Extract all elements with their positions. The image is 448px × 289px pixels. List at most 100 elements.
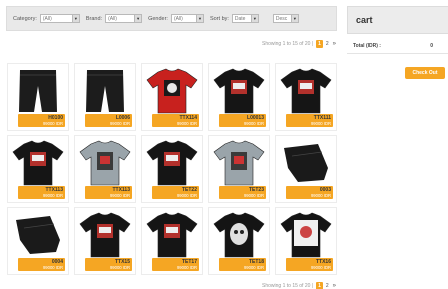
price-tag: TTX114 99000 IDR (152, 114, 199, 127)
product-card[interactable]: TET17 99000 IDR (141, 207, 203, 275)
pagination-bottom: Showing 1 to 15 of 20 | 1 2 » (262, 282, 336, 289)
product-price: 99000 IDR (243, 193, 264, 198)
gender-select[interactable]: (All) ▼ (170, 14, 204, 23)
black-tshirt-print-image[interactable] (278, 66, 334, 116)
price-tag: TTX16 99000 IDR (286, 258, 333, 271)
black-tshirt-skull-image[interactable] (211, 210, 267, 260)
chevron-down-icon: ▼ (71, 15, 79, 22)
chevron-down-icon: ▼ (195, 15, 203, 22)
product-card[interactable]: TET22 99000 IDR (141, 135, 203, 203)
black-jeans-image[interactable] (10, 66, 66, 116)
price-tag: L0006 99000 IDR (85, 114, 132, 127)
black-tshirt-white-print-image[interactable] (278, 210, 334, 260)
product-price: 99000 IDR (42, 193, 63, 198)
product-price: 99000 IDR (310, 121, 331, 126)
category-filter: Category: (All) ▼ (13, 14, 80, 23)
product-price: 99000 IDR (42, 121, 63, 126)
grey-tshirt-print-image[interactable] (77, 138, 133, 188)
product-price: 99000 IDR (243, 121, 264, 126)
product-price: 99000 IDR (176, 265, 197, 270)
gender-label: Gender: (148, 15, 168, 22)
cart-total-value: 0 (430, 42, 433, 49)
cart-total-label: Total (IDR) : (353, 42, 381, 49)
brand-filter: Brand: (All) ▼ (85, 14, 143, 23)
price-tag: L00013 99000 IDR (219, 114, 266, 127)
category-label: Category: (13, 15, 37, 22)
gender-filter: Gender: (All) ▼ (148, 14, 204, 23)
product-card[interactable]: TET18 99000 IDR (208, 207, 270, 275)
product-price: 99000 IDR (109, 193, 130, 198)
product-card[interactable]: TTX111 99000 IDR (275, 63, 337, 131)
price-tag: 0004 99000 IDR (18, 258, 65, 271)
product-card[interactable]: L0006 99000 IDR (74, 63, 136, 131)
page-1-link[interactable]: 1 (316, 40, 323, 48)
chevron-down-icon: ▼ (134, 15, 142, 22)
cart-title: cart (347, 6, 448, 34)
sort-value: Date (234, 15, 246, 22)
product-price: 99000 IDR (176, 121, 197, 126)
product-price: 99000 IDR (109, 121, 130, 126)
product-card[interactable]: 0003 99000 IDR (275, 135, 337, 203)
checkout-button[interactable]: Check Out (405, 67, 445, 79)
product-card[interactable]: TTX113 99000 IDR (7, 135, 69, 203)
product-grid: H0100 99000 IDR L0006 99000 IDR TTX114 9900… (7, 63, 339, 275)
product-price: 99000 IDR (109, 265, 130, 270)
chevron-down-icon: ▼ (250, 15, 258, 22)
cart-panel: cart Total (IDR) : 0 (347, 6, 448, 54)
price-tag: TET17 99000 IDR (152, 258, 199, 271)
price-tag: TTX15 99000 IDR (85, 258, 132, 271)
brand-label: Brand: (85, 15, 103, 22)
gender-value: (All) (173, 15, 183, 22)
page-2-link[interactable]: 2 (326, 41, 329, 47)
product-card[interactable]: 0004 99000 IDR (7, 207, 69, 275)
grey-tshirt-print-image[interactable] (211, 138, 267, 188)
product-price: 99000 IDR (176, 193, 197, 198)
sort-order-value: Desc (275, 15, 288, 22)
product-card[interactable]: L00013 99000 IDR (208, 63, 270, 131)
black-tshirt-print-image[interactable] (144, 210, 200, 260)
next-page-link[interactable]: » (333, 41, 336, 47)
sort-order-select[interactable]: Desc ▼ (272, 14, 299, 23)
price-tag: TTX113 99000 IDR (18, 186, 65, 199)
black-jeans-folded-image[interactable] (10, 210, 66, 260)
black-tshirt-print-image[interactable] (77, 210, 133, 260)
black-jeans-image[interactable] (77, 66, 133, 116)
red-tshirt-image[interactable] (144, 66, 200, 116)
chevron-down-icon: ▼ (290, 15, 298, 22)
price-tag: TTX111 99000 IDR (286, 114, 333, 127)
black-jeans-folded-image[interactable] (278, 138, 334, 188)
product-card[interactable]: TTX114 99000 IDR (141, 63, 203, 131)
black-tshirt-print-image[interactable] (211, 66, 267, 116)
price-tag: 0003 99000 IDR (286, 186, 333, 199)
product-card[interactable]: TTX113 99000 IDR (74, 135, 136, 203)
page-1-link[interactable]: 1 (316, 282, 323, 289)
next-page-link[interactable]: » (333, 283, 336, 289)
cart-total-row: Total (IDR) : 0 (347, 38, 448, 54)
price-tag: H0100 99000 IDR (18, 114, 65, 127)
product-card[interactable]: H0100 99000 IDR (7, 63, 69, 131)
product-card[interactable]: TTX16 99000 IDR (275, 207, 337, 275)
pagination-summary: Showing 1 to 15 of 20 | (262, 41, 314, 47)
price-tag: TET23 99000 IDR (219, 186, 266, 199)
category-select[interactable]: (All) ▼ (39, 14, 80, 23)
product-card[interactable]: TTX15 99000 IDR (74, 207, 136, 275)
category-value: (All) (42, 15, 52, 22)
pagination-summary: Showing 1 to 15 of 20 | (262, 283, 314, 289)
black-tshirt-print-image[interactable] (10, 138, 66, 188)
product-price: 99000 IDR (42, 265, 63, 270)
price-tag: TET22 99000 IDR (152, 186, 199, 199)
product-card[interactable]: TET23 99000 IDR (208, 135, 270, 203)
price-tag: TET18 99000 IDR (219, 258, 266, 271)
page-2-link[interactable]: 2 (326, 283, 329, 289)
pagination-top: Showing 1 to 15 of 20 | 1 2 » (262, 40, 336, 48)
brand-value: (All) (108, 15, 117, 22)
black-tshirt-print-image[interactable] (144, 138, 200, 188)
product-price: 99000 IDR (310, 193, 331, 198)
sort-select[interactable]: Date ▼ (231, 14, 259, 23)
sort-label: Sort by: (209, 15, 229, 22)
sort-filter: Sort by: Date ▼ Desc ▼ (210, 14, 299, 23)
product-price: 99000 IDR (310, 265, 331, 270)
price-tag: TTX113 99000 IDR (85, 186, 132, 199)
brand-select[interactable]: (All) ▼ (105, 14, 143, 23)
filter-bar: Category: (All) ▼ Brand: (All) ▼ Gender:… (6, 6, 337, 31)
